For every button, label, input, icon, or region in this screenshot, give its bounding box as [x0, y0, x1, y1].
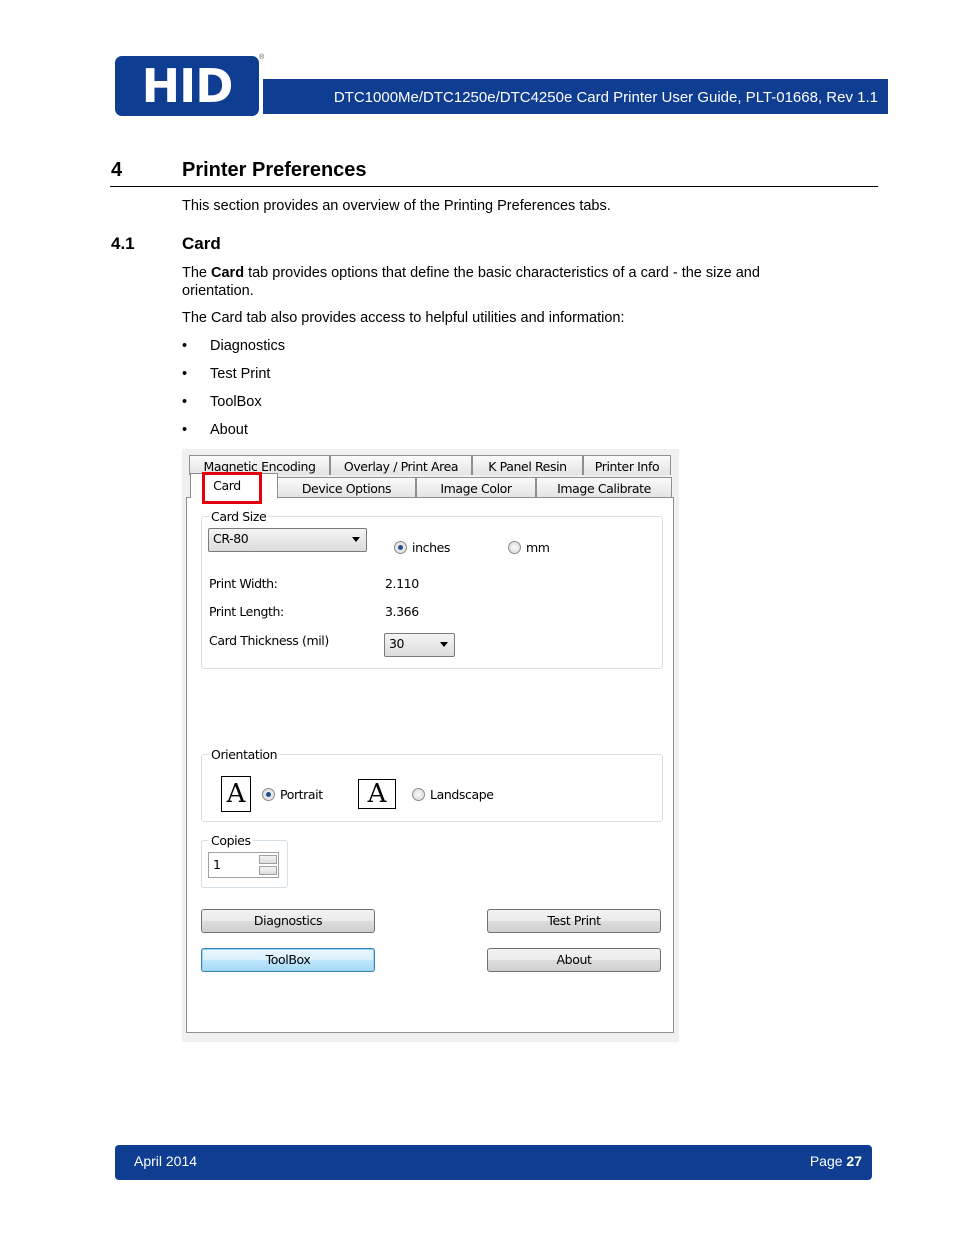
diagnostics-button[interactable]: Diagnostics	[201, 909, 375, 933]
portrait-label: Portrait	[280, 787, 323, 802]
list-item: About	[210, 422, 248, 438]
card-thickness-select[interactable]: 30	[384, 633, 455, 657]
list-item: Diagnostics	[210, 338, 285, 354]
page-number: Page 27	[809, 1153, 862, 1169]
subsection-title: Card	[182, 234, 221, 253]
document-title: DTC1000Me/DTC1250e/DTC4250e Card Printer…	[333, 89, 878, 106]
chevron-down-icon	[440, 642, 448, 647]
portrait-radio[interactable]	[262, 788, 275, 801]
card-size-select[interactable]: CR-80	[208, 528, 367, 552]
registered-mark: ®	[259, 54, 265, 61]
print-length-label: Print Length:	[209, 604, 284, 619]
utilities-paragraph: The Card tab also provides access to hel…	[182, 310, 625, 326]
orientation-label: Orientation	[209, 747, 280, 762]
tab-printer-info[interactable]: Printer Info	[583, 455, 671, 475]
print-width-value: 2.110	[385, 576, 419, 591]
bullet-dot: •	[182, 422, 188, 438]
bullet-dot: •	[182, 366, 188, 382]
card-thickness-label: Card Thickness (mil)	[209, 633, 329, 648]
about-button[interactable]: About	[487, 948, 661, 972]
highlight-box	[202, 472, 262, 504]
test-print-button[interactable]: Test Print	[487, 909, 661, 933]
hid-logo: HID	[115, 56, 259, 116]
copies-stepper[interactable]: 1	[208, 852, 279, 878]
tab-k-panel-resin[interactable]: K Panel Resin	[472, 455, 583, 475]
chevron-down-icon	[352, 537, 360, 542]
bullet-dot: •	[182, 394, 188, 410]
print-width-label: Print Width:	[209, 576, 278, 591]
footer-bar	[115, 1145, 872, 1180]
landscape-icon: A	[358, 779, 396, 809]
copies-label: Copies	[209, 833, 253, 848]
footer-date: April 2014	[134, 1153, 198, 1169]
card-size-label: Card Size	[209, 509, 269, 524]
toolbox-button[interactable]: ToolBox	[201, 948, 375, 972]
card-tab-paragraph: The Card tab provides options that defin…	[182, 265, 760, 299]
list-item: Test Print	[210, 366, 271, 382]
tab-overlay-print-area[interactable]: Overlay / Print Area	[330, 455, 472, 475]
section-intro: This section provides an overview of the…	[182, 198, 611, 214]
print-length-value: 3.366	[385, 604, 419, 619]
inches-radio[interactable]	[394, 541, 407, 554]
section-number: 4	[111, 159, 123, 181]
mm-label: mm	[526, 540, 550, 555]
list-item: ToolBox	[210, 394, 262, 410]
subsection-number: 4.1	[111, 234, 135, 253]
section-title: Printer Preferences	[182, 159, 367, 181]
tab-image-color[interactable]: Image Color	[416, 477, 536, 497]
tab-device-options[interactable]: Device Options	[277, 477, 416, 497]
inches-label: inches	[412, 540, 450, 555]
spin-up-icon[interactable]	[259, 855, 277, 864]
portrait-icon: A	[221, 776, 251, 812]
landscape-radio[interactable]	[412, 788, 425, 801]
landscape-label: Landscape	[430, 787, 494, 802]
bullet-dot: •	[182, 338, 188, 354]
section-rule	[110, 186, 878, 187]
mm-radio[interactable]	[508, 541, 521, 554]
spin-down-icon[interactable]	[259, 866, 277, 875]
tab-image-calibrate[interactable]: Image Calibrate	[536, 477, 672, 497]
